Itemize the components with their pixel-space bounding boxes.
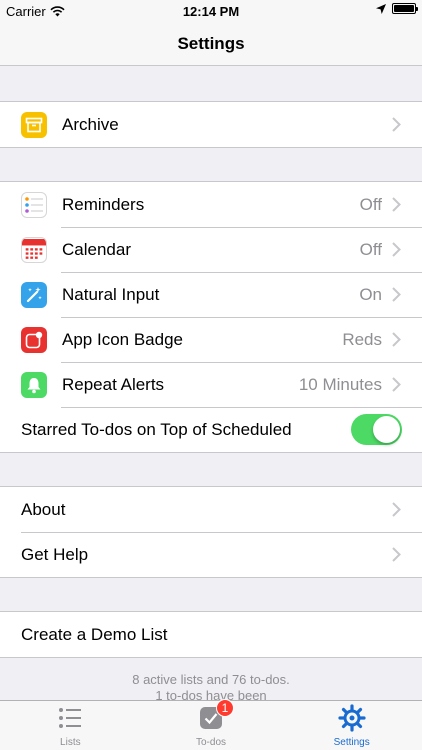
page-title: Settings: [177, 33, 245, 53]
natural-input-label: Natural Input: [62, 284, 160, 304]
chevron-right-icon: [392, 377, 402, 393]
tab-todos-label: To-dos: [196, 737, 227, 748]
reminders-icon: [21, 191, 47, 218]
natural-input-value: On: [359, 284, 382, 304]
tab-lists-label: Lists: [60, 737, 81, 748]
magic-wand-icon: [21, 281, 47, 308]
repeat-alerts-row[interactable]: Repeat Alerts 10 Minutes: [0, 362, 422, 407]
archive-label: Archive: [62, 114, 119, 134]
chevron-right-icon: [392, 197, 402, 213]
archive-group: Archive: [0, 101, 422, 148]
chevron-right-icon: [392, 547, 402, 563]
about-row[interactable]: About: [0, 487, 422, 532]
repeat-alerts-label: Repeat Alerts: [62, 374, 165, 394]
app-badge-icon: [21, 326, 47, 353]
archive-icon: [21, 111, 47, 138]
starred-top-row: Starred To-dos on Top of Scheduled: [0, 407, 422, 452]
chevron-right-icon: [392, 502, 402, 518]
tab-lists[interactable]: Lists: [0, 701, 141, 750]
reminders-row[interactable]: Reminders Off: [0, 182, 422, 227]
reminders-value: Off: [359, 194, 382, 214]
status-right: [376, 3, 418, 14]
bell-icon: [21, 371, 47, 398]
list-icon: [55, 703, 85, 733]
reminders-label: Reminders: [62, 194, 145, 214]
calendar-icon: [21, 236, 47, 263]
natural-input-row[interactable]: Natural Input On: [0, 272, 422, 317]
chevron-right-icon: [392, 242, 402, 258]
starred-top-toggle[interactable]: [351, 414, 402, 445]
navigation-bar: Settings: [0, 22, 422, 66]
repeat-alerts-value: 10 Minutes: [298, 374, 382, 394]
help-group: About Get Help: [0, 486, 422, 578]
demo-group: Create a Demo List: [0, 611, 422, 658]
app-icon-badge-row[interactable]: App Icon Badge Reds: [0, 317, 422, 362]
about-label: About: [21, 499, 66, 519]
get-help-row[interactable]: Get Help: [0, 532, 422, 577]
get-help-label: Get Help: [21, 544, 89, 564]
status-time: 12:14 PM: [182, 4, 240, 19]
toggle-knob: [373, 416, 400, 443]
app-icon-badge-value: Reds: [342, 329, 382, 349]
tab-bar: Lists 1 To-dos Settings: [0, 699, 422, 750]
todos-badge: 1: [216, 699, 234, 717]
gear-icon: [337, 703, 367, 733]
calendar-row[interactable]: Calendar Off: [0, 227, 422, 272]
calendar-label: Calendar: [62, 239, 131, 259]
starred-top-label: Starred To-dos on Top of Scheduled: [21, 419, 292, 439]
chevron-right-icon: [392, 117, 402, 133]
battery-icon: [392, 3, 418, 14]
app-icon-badge-label: App Icon Badge: [62, 329, 183, 349]
checkbox-icon: 1: [196, 699, 234, 733]
archive-row[interactable]: Archive: [0, 102, 422, 147]
location-arrow-icon: [376, 3, 386, 14]
tab-settings[interactable]: Settings: [281, 701, 422, 750]
integrations-group: Reminders Off Calendar Off Natural Input…: [0, 181, 422, 453]
chevron-right-icon: [392, 287, 402, 303]
chevron-right-icon: [392, 332, 402, 348]
stats-line-1: 8 active lists and 76 to-dos.: [132, 672, 290, 687]
create-demo-list-label: Create a Demo List: [21, 624, 168, 644]
tab-settings-label: Settings: [333, 737, 370, 748]
create-demo-list-row[interactable]: Create a Demo List: [0, 612, 422, 657]
status-bar: Carrier 12:14 PM: [0, 0, 422, 22]
calendar-value: Off: [359, 239, 382, 259]
tab-todos[interactable]: 1 To-dos: [141, 699, 282, 750]
